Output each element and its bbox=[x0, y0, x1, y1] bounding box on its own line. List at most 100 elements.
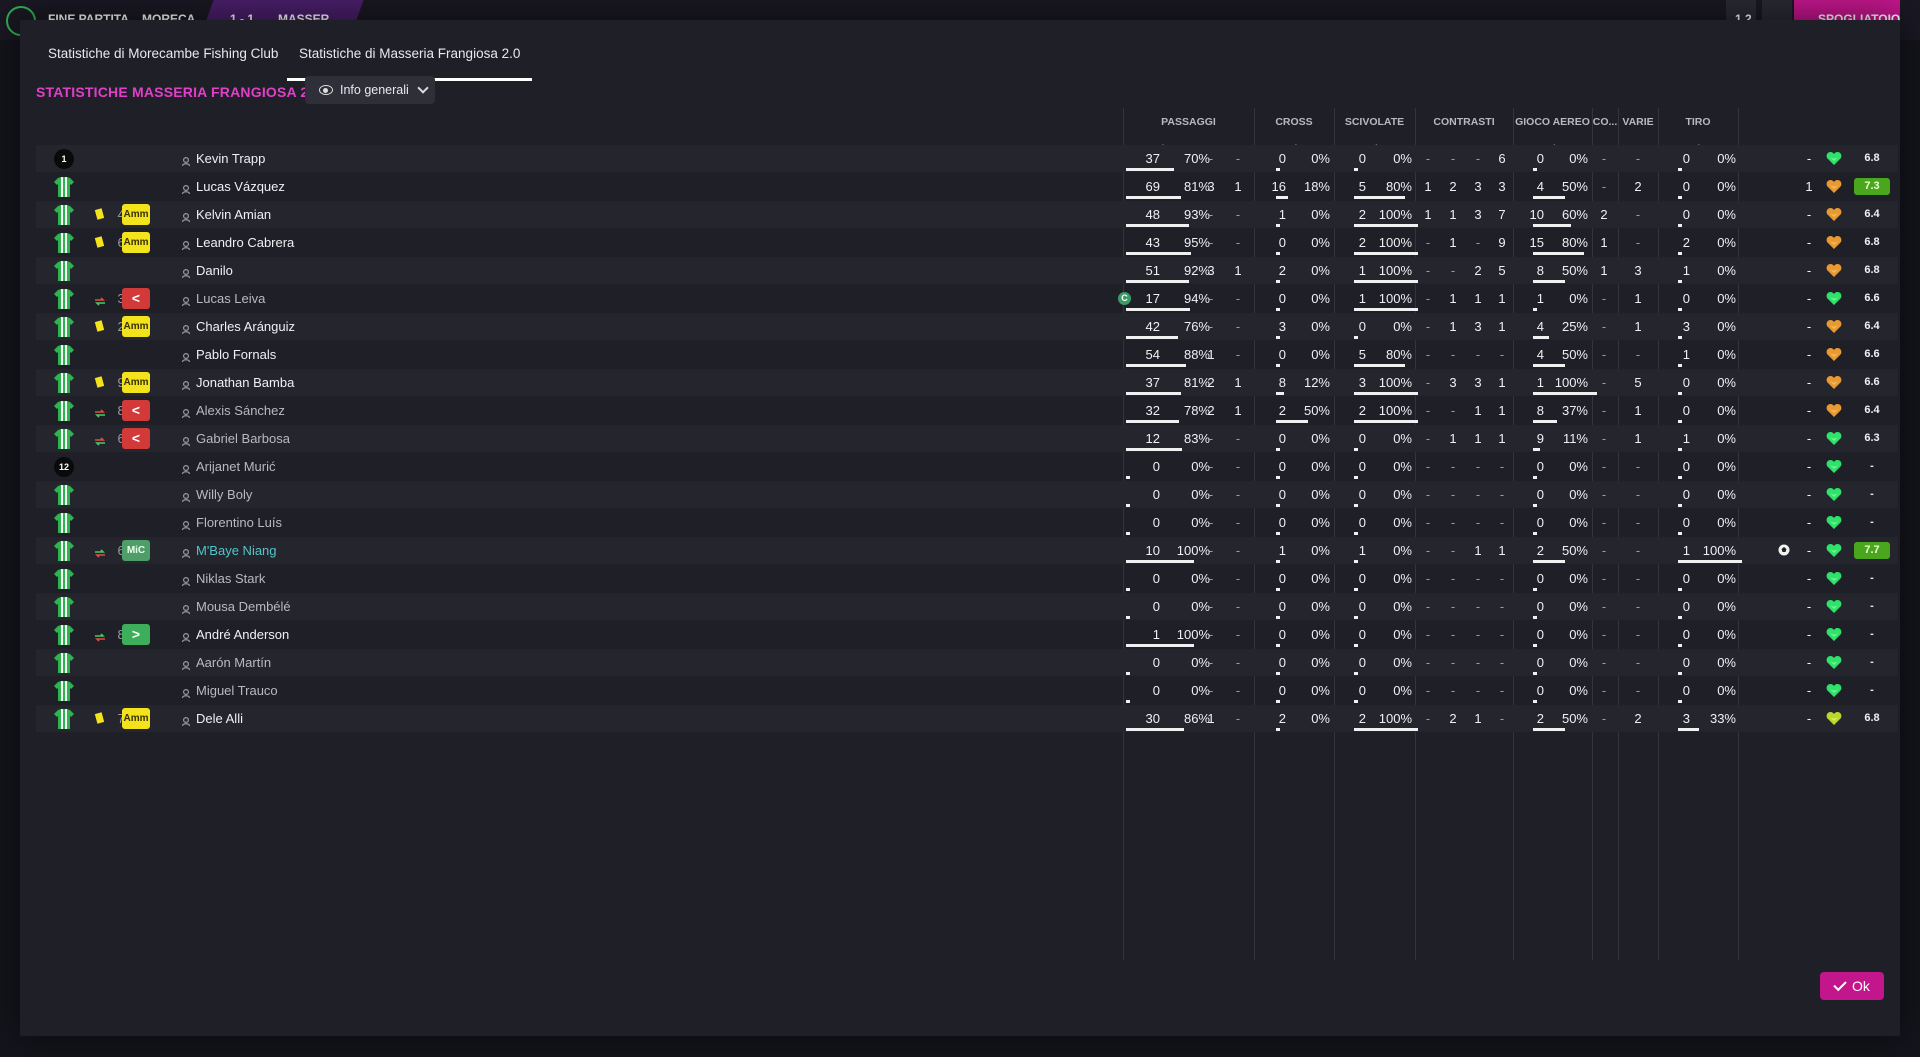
assists: - bbox=[1806, 459, 1812, 474]
tackles-completion: 0% bbox=[1393, 319, 1412, 334]
shots-bar bbox=[1678, 168, 1682, 171]
shots-on-target: 0% bbox=[1717, 571, 1736, 586]
dribbles: - bbox=[1635, 235, 1641, 250]
player-name[interactable]: Dele Alli bbox=[196, 705, 456, 732]
view-select[interactable]: Info generali bbox=[305, 76, 435, 104]
crosses-bar bbox=[1276, 392, 1284, 395]
player-row[interactable]: Willy Boly 0 0% - -0 0% 0 0% - - - -0 0% - -0 0% - - bbox=[36, 481, 1898, 508]
shots-total: 0 bbox=[1682, 207, 1690, 222]
person-icon bbox=[181, 434, 191, 447]
ok-button[interactable]: Ok bbox=[1820, 972, 1884, 1000]
duels-s: - bbox=[1499, 347, 1505, 362]
player-name[interactable]: Lucas Leiva bbox=[196, 285, 456, 312]
tab-masseria[interactable]: Statistiche di Masseria Frangiosa 2.0 bbox=[286, 46, 533, 81]
player-name[interactable]: Charles Aránguiz bbox=[196, 313, 456, 340]
player-name[interactable]: Arijanet Murić bbox=[196, 453, 456, 480]
duels-fft: 1 bbox=[1449, 291, 1457, 306]
player-row[interactable]: Niklas Stark 0 0% - -0 0% 0 0% - - - -0 0% - -0 0% - - bbox=[36, 565, 1898, 592]
person-icon bbox=[181, 602, 191, 615]
person-icon bbox=[181, 266, 191, 279]
passes-bar bbox=[1126, 252, 1191, 255]
player-row[interactable]: Florentino Luís 0 0% - -0 0% 0 0% - - - -0 0% - -0 0% - - bbox=[36, 509, 1898, 536]
player-row[interactable]: 90AmmJonathan Bamba3781%21812%3100%-3311… bbox=[36, 369, 1898, 396]
dribbles: - bbox=[1635, 655, 1641, 670]
tackles-bar bbox=[1354, 672, 1358, 675]
dribbles: 2 bbox=[1634, 711, 1642, 726]
heart-icon bbox=[1826, 347, 1842, 362]
assists: - bbox=[1806, 291, 1812, 306]
player-name[interactable]: Kevin Trapp bbox=[196, 145, 456, 172]
duels-s: 1 bbox=[1498, 403, 1506, 418]
player-row[interactable]: 20AmmCharles Aránguiz4276%--30%00%-13142… bbox=[36, 313, 1898, 340]
player-row[interactable]: Miguel Trauco 0 0% - -0 0% 0 0% - - - -0 0% - -0 0% - - bbox=[36, 677, 1898, 704]
crosses-completion: 12% bbox=[1303, 375, 1330, 390]
duels-dec: 1 bbox=[1424, 207, 1432, 222]
aerial-bar bbox=[1533, 644, 1537, 647]
aerial-bar bbox=[1533, 476, 1537, 479]
dribbles: - bbox=[1635, 627, 1641, 642]
shirt-icon bbox=[53, 512, 75, 534]
player-name[interactable]: Alexis Sánchez bbox=[196, 397, 456, 424]
player-row[interactable]: 76AmmDele Alli3086%1-20%2100%-21-250%-23… bbox=[36, 705, 1898, 732]
dribbles: - bbox=[1635, 347, 1641, 362]
dribbles: 1 bbox=[1634, 291, 1642, 306]
duels-rec: 3 bbox=[1474, 319, 1482, 334]
player-row[interactable]: Lucas Vázquez 69 81% 3 1 16 18% 5 80% 1 2 3 3 4 50% -2 0… bbox=[36, 173, 1898, 200]
player-name[interactable]: André Anderson bbox=[196, 621, 456, 648]
passes-bar bbox=[1126, 616, 1130, 619]
player-name[interactable]: Kelvin Amian bbox=[196, 201, 456, 228]
player-name[interactable]: Miguel Trauco bbox=[196, 677, 456, 704]
player-row[interactable]: Pablo Fornals 54 88% 1-0 0% 5 80% - - - -4 50% - -1 0%… bbox=[36, 341, 1898, 368]
duels-dec: - bbox=[1425, 655, 1431, 670]
player-row[interactable]: 12 Arijanet Murić 0 0% - -0 0% 0 0% - - - -0 0% - -0 0% -… bbox=[36, 453, 1898, 480]
player-row[interactable]: 68<Gabriel Barbosa1283%--00%00%-111911%-… bbox=[36, 425, 1898, 452]
tackles-completion: 0% bbox=[1393, 543, 1412, 558]
yellow-card-icon bbox=[94, 320, 105, 332]
player-row[interactable]: 45AmmKelvin Amian4893%--10%2100%11371060… bbox=[36, 201, 1898, 228]
player-row[interactable]: 1 Kevin Trapp 37 70% - -0 0% 0 0% - - -6 0 0% - -0 0% -6.… bbox=[36, 145, 1898, 172]
aerial-bar bbox=[1533, 392, 1597, 395]
player-row[interactable]: Mousa Dembélé 0 0% - -0 0% 0 0% - - - -0 0% - -0 0% - - bbox=[36, 593, 1898, 620]
player-name[interactable]: Mousa Dembélé bbox=[196, 593, 456, 620]
dribbles: 1 bbox=[1634, 403, 1642, 418]
duels-rec: - bbox=[1475, 655, 1481, 670]
player-name[interactable]: Aarón Martín bbox=[196, 649, 456, 676]
role-badge: > bbox=[122, 624, 150, 645]
player-name[interactable]: Niklas Stark bbox=[196, 565, 456, 592]
duels-rec: - bbox=[1475, 347, 1481, 362]
player-name[interactable]: Gabriel Barbosa bbox=[196, 425, 456, 452]
duels-rec: 3 bbox=[1474, 375, 1482, 390]
goal-ball-icon bbox=[1778, 544, 1790, 556]
player-name[interactable]: Leandro Cabrera bbox=[196, 229, 456, 256]
player-name[interactable]: Pablo Fornals bbox=[196, 341, 456, 368]
player-name[interactable]: Jonathan Bamba bbox=[196, 369, 456, 396]
assists: - bbox=[1806, 571, 1812, 586]
duels-fft: - bbox=[1450, 515, 1456, 530]
player-row[interactable]: 31<Lucas LeivaC1794%--00%1100%-11110%-10… bbox=[36, 285, 1898, 312]
shots-bar bbox=[1678, 280, 1682, 283]
player-row[interactable]: 68MiCM'Baye Niang10100%--10%10%--11250%-… bbox=[36, 537, 1898, 564]
player-row[interactable]: Danilo 51 92% 3 1 2 0% 1 100% - -2 5 8 50% 1 3 1 0% -6.8 bbox=[36, 257, 1898, 284]
shots-bar bbox=[1678, 672, 1682, 675]
player-row[interactable]: 60AmmLeandro Cabrera4395%--00%2100%-1-91… bbox=[36, 229, 1898, 256]
assists: 1 bbox=[1805, 179, 1813, 194]
player-name[interactable]: Florentino Luís bbox=[196, 509, 456, 536]
duels-rec: - bbox=[1475, 459, 1481, 474]
shots-on-target: 0% bbox=[1717, 403, 1736, 418]
player-name[interactable]: M'Baye Niang bbox=[196, 537, 456, 564]
heart-icon bbox=[1826, 459, 1842, 474]
heart-icon bbox=[1826, 263, 1842, 278]
aerial-bar bbox=[1533, 280, 1565, 283]
player-name[interactable]: Willy Boly bbox=[196, 481, 456, 508]
view-select-value: Info generali bbox=[340, 83, 409, 97]
player-name[interactable]: Lucas Vázquez bbox=[196, 173, 456, 200]
player-row[interactable]: 85>André Anderson1100%--00%00%----00%--0… bbox=[36, 621, 1898, 648]
player-name[interactable]: Danilo bbox=[196, 257, 456, 284]
player-row[interactable]: Aarón Martín 0 0% - -0 0% 0 0% - - - -0 0% - -0 0% - - bbox=[36, 649, 1898, 676]
heart-icon bbox=[1826, 683, 1842, 698]
tab-morecambe[interactable]: Statistiche di Morecambe Fishing Club bbox=[48, 46, 278, 61]
tackles-attempted: 0 bbox=[1358, 431, 1366, 446]
tackles-attempted: 0 bbox=[1358, 459, 1366, 474]
duels-dec: - bbox=[1425, 375, 1431, 390]
player-row[interactable]: 85<Alexis Sánchez3278%21250%2100%--11837… bbox=[36, 397, 1898, 424]
